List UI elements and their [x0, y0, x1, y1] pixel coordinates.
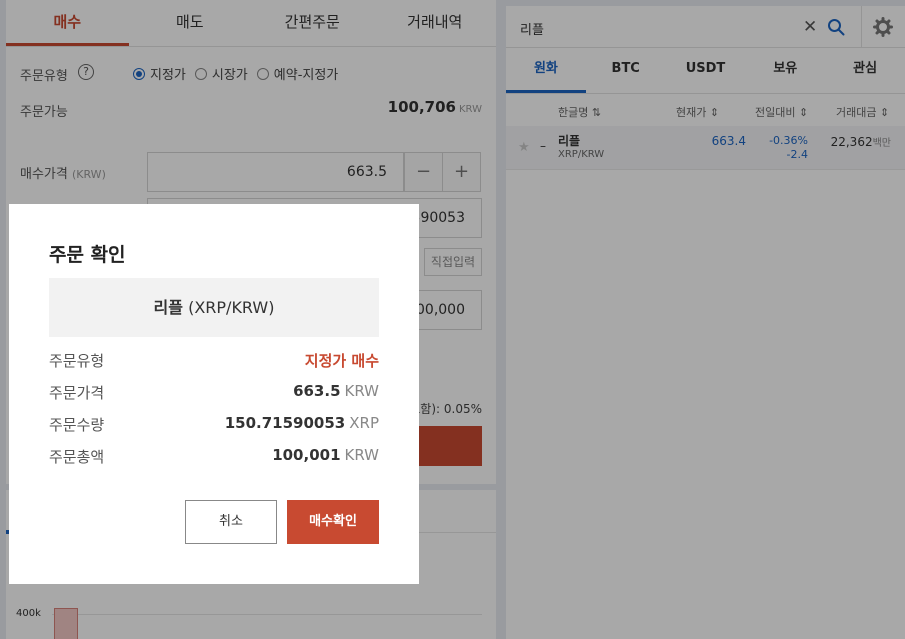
confirm-buy-button[interactable]: 매수확인 — [287, 500, 379, 544]
detail-row-order-type: 주문유형 지정가 매수 — [49, 350, 379, 372]
detail-label: 주문수량 — [49, 416, 105, 434]
modal-coin-pair: (XRP/KRW) — [188, 298, 275, 317]
detail-value: 150.71590053 XRP — [225, 414, 379, 432]
detail-number: 100,001 — [272, 446, 341, 464]
detail-row-order-price: 주문가격 663.5 KRW — [49, 382, 379, 404]
detail-unit: XRP — [349, 414, 379, 432]
detail-row-order-total: 주문총액 100,001 KRW — [49, 446, 379, 468]
detail-unit: KRW — [344, 382, 379, 400]
detail-value: 663.5 KRW — [293, 382, 379, 400]
order-confirm-modal: 주문 확인 리플 (XRP/KRW) 주문유형 지정가 매수 주문가격 663.… — [9, 204, 419, 584]
detail-label: 주문가격 — [49, 384, 105, 402]
modal-coin-box: 리플 (XRP/KRW) — [49, 278, 379, 337]
detail-number: 150.71590053 — [224, 414, 346, 432]
cancel-button[interactable]: 취소 — [185, 500, 277, 544]
detail-unit: KRW — [344, 446, 379, 464]
detail-value: 100,001 KRW — [272, 446, 379, 464]
detail-label: 주문유형 — [49, 352, 105, 370]
detail-row-order-quantity: 주문수량 150.71590053 XRP — [49, 414, 379, 436]
detail-value: 지정가 매수 — [304, 352, 379, 370]
detail-label: 주문총액 — [49, 448, 105, 466]
modal-coin-name: 리플 — [153, 298, 183, 317]
modal-title: 주문 확인 — [49, 244, 126, 266]
detail-number: 663.5 — [293, 382, 341, 400]
